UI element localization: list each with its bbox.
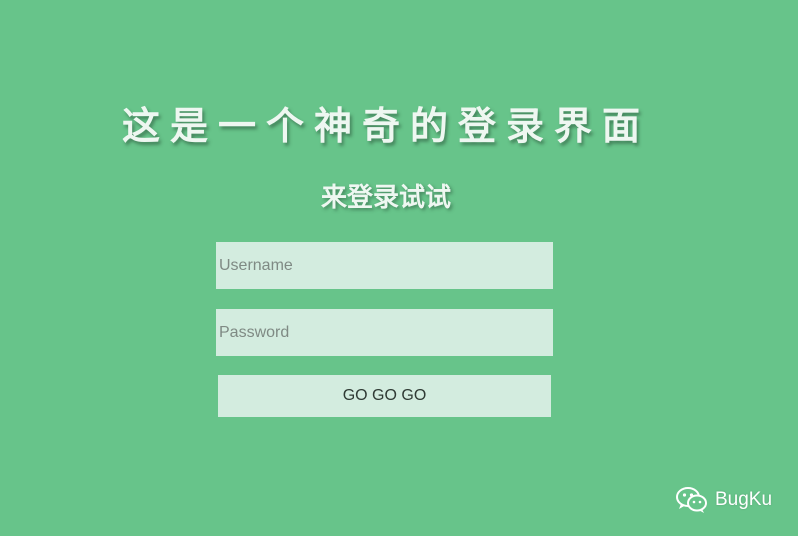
- username-input[interactable]: [216, 242, 553, 289]
- watermark: BugKu: [676, 486, 772, 514]
- page-subtitle: 来登录试试: [320, 183, 451, 213]
- submit-button[interactable]: GO GO GO: [218, 375, 551, 417]
- password-input[interactable]: [216, 309, 553, 356]
- watermark-text: BugKu: [715, 489, 773, 510]
- wechat-icon: [676, 486, 708, 514]
- login-page: 这是一个神奇的登录界面 来登录试试 GO GO GO BugKu: [0, 0, 798, 536]
- page-title: 这是一个神奇的登录界面: [121, 104, 650, 148]
